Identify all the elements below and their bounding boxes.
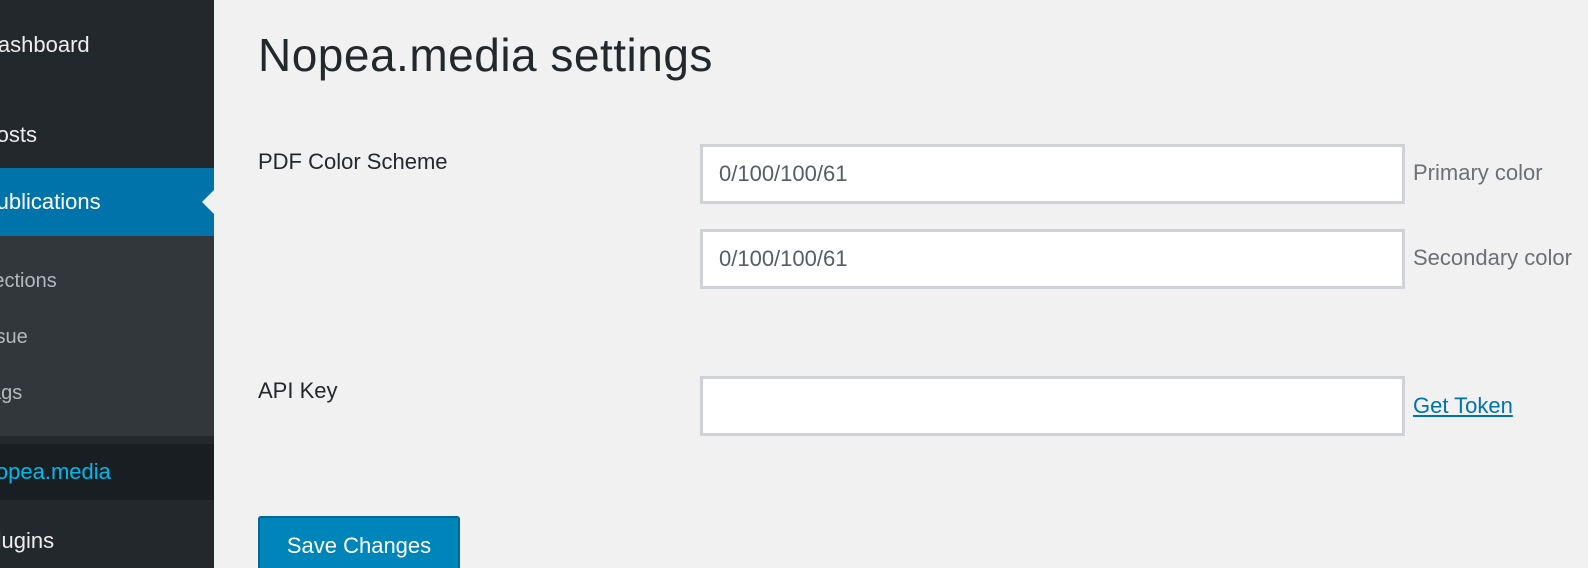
save-changes-button[interactable]: Save Changes xyxy=(258,516,460,568)
secondary-color-description: Secondary color xyxy=(1413,245,1572,270)
get-token-link[interactable]: Get Token xyxy=(1413,393,1513,419)
sidebar-subitem-sections[interactable]: Sections xyxy=(0,266,214,296)
primary-color-description: Primary color xyxy=(1413,160,1543,185)
sidebar-item-posts[interactable]: Posts xyxy=(0,118,214,152)
wp-admin-page: Dashboard Posts Publications Sections Is… xyxy=(0,0,1588,568)
sidebar-submenu: Sections Issue Tags xyxy=(0,236,214,436)
sidebar-item-label: Issue xyxy=(0,326,28,348)
sidebar-item-publications[interactable]: Publications xyxy=(0,168,214,236)
sidebar-item-label: Nopea.media xyxy=(0,459,111,484)
sidebar-item-label: Publications xyxy=(0,189,101,214)
sidebar-item-label: Sections xyxy=(0,270,57,292)
pdf-color-scheme-label: PDF Color Scheme xyxy=(258,149,448,174)
sidebar-subitem-nopea-media[interactable]: Nopea.media xyxy=(0,444,214,500)
sidebar-subitem-issue[interactable]: Issue xyxy=(0,322,214,352)
active-menu-arrow-icon xyxy=(202,190,214,214)
sidebar-subitem-tags[interactable]: Tags xyxy=(0,378,214,408)
sidebar-item-label: Dashboard xyxy=(0,32,90,57)
api-key-input[interactable] xyxy=(700,376,1405,436)
api-key-label: API Key xyxy=(258,378,338,403)
primary-color-input[interactable] xyxy=(700,144,1405,204)
secondary-color-input[interactable] xyxy=(700,229,1405,289)
sidebar-item-plugins[interactable]: Plugins xyxy=(0,524,214,558)
admin-sidebar: Dashboard Posts Publications Sections Is… xyxy=(0,0,214,568)
sidebar-item-label: Tags xyxy=(0,382,23,404)
sidebar-item-label: Plugins xyxy=(0,528,55,553)
sidebar-item-dashboard[interactable]: Dashboard xyxy=(0,28,214,62)
sidebar-item-label: Posts xyxy=(0,122,38,147)
page-title: Nopea.media settings xyxy=(258,29,713,81)
